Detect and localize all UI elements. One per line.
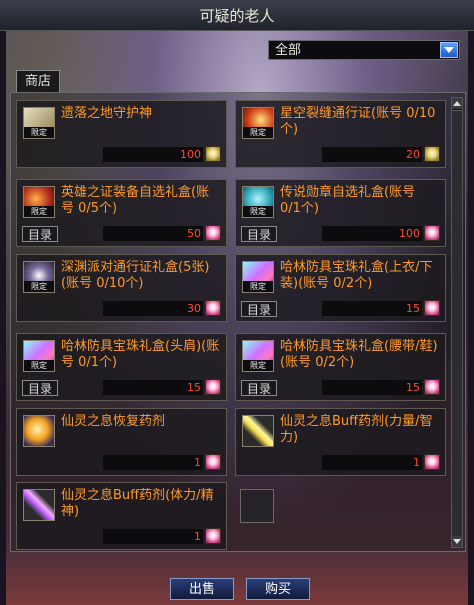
item-icon[interactable]: 限定	[23, 261, 55, 293]
catalog-button[interactable]: 目录	[241, 301, 277, 317]
limited-badge: 限定	[24, 206, 54, 217]
item-icon[interactable]: 限定	[23, 107, 55, 139]
item-name: 传说勋章自选礼盒(账号 0/1个)	[280, 185, 416, 216]
item-name: 仙灵之息恢复药剂	[61, 414, 166, 429]
item-price: 15	[322, 380, 422, 395]
scrollbar-thumb[interactable]	[452, 110, 462, 537]
currency-icon	[424, 225, 440, 241]
currency-icon	[424, 300, 440, 316]
item-icon[interactable]: 限定	[242, 261, 274, 293]
catalog-button[interactable]: 目录	[241, 226, 277, 242]
item-name: 英雄之证装备自选礼盒(账号 0/5个)	[61, 185, 210, 216]
window-title: 可疑的老人	[0, 0, 474, 31]
currency-icon	[424, 146, 440, 162]
sell-button[interactable]: 出售	[170, 578, 234, 600]
limited-badge: 限定	[243, 127, 273, 138]
empty-item-slot	[240, 489, 274, 523]
buy-button[interactable]: 购买	[246, 578, 310, 600]
shop-item-card[interactable]: 限定 哈林防具宝珠礼盒(上衣/下装)(账号 0/2个) 目录 15	[235, 254, 446, 322]
shop-item-card[interactable]: 仙灵之息Buff药剂(力量/智力) 1	[235, 408, 446, 476]
item-price: 50	[103, 226, 203, 241]
limited-badge: 限定	[24, 281, 54, 292]
scroll-down-icon[interactable]	[452, 536, 462, 547]
scroll-up-icon[interactable]	[452, 98, 462, 109]
item-price: 1	[322, 455, 422, 470]
currency-icon	[424, 454, 440, 470]
currency-icon	[205, 300, 221, 316]
currency-icon	[205, 146, 221, 162]
item-icon[interactable]: 限定	[23, 340, 55, 372]
category-filter-value: 全部	[275, 43, 302, 58]
currency-icon	[205, 528, 221, 544]
catalog-button[interactable]: 目录	[22, 226, 58, 242]
item-price: 30	[103, 301, 203, 316]
item-name: 仙灵之息Buff药剂(力量/智力)	[280, 414, 433, 445]
item-icon[interactable]	[23, 489, 55, 521]
limited-badge: 限定	[243, 206, 273, 217]
item-icon[interactable]	[23, 415, 55, 447]
currency-icon	[205, 454, 221, 470]
currency-icon	[424, 379, 440, 395]
shop-item-card[interactable]: 仙灵之息恢复药剂 1	[16, 408, 227, 476]
item-price: 1	[103, 455, 203, 470]
item-name: 哈林防具宝珠礼盒(腰带/鞋)(账号 0/2个)	[280, 339, 438, 370]
shop-item-card[interactable]: 限定 哈林防具宝珠礼盒(头肩)(账号 0/1个) 目录 15	[16, 333, 227, 401]
item-icon[interactable]: 限定	[242, 107, 274, 139]
limited-badge: 限定	[24, 127, 54, 138]
shop-item-card[interactable]: 限定 深渊派对通行证礼盒(5张)(账号 0/10个) 30	[16, 254, 227, 322]
limited-badge: 限定	[243, 360, 273, 371]
shop-item-card[interactable]: 限定 星空裂缝通行证(账号 0/10个) 20	[235, 100, 446, 168]
item-icon[interactable]: 限定	[242, 340, 274, 372]
currency-icon	[205, 379, 221, 395]
catalog-button[interactable]: 目录	[22, 380, 58, 396]
scrollbar[interactable]	[451, 97, 463, 548]
item-price: 100	[322, 226, 422, 241]
item-price: 100	[103, 147, 203, 162]
item-price: 1	[103, 529, 203, 544]
item-price: 15	[322, 301, 422, 316]
shop-item-card[interactable]: 限定 英雄之证装备自选礼盒(账号 0/5个) 目录 50	[16, 179, 227, 247]
limited-badge: 限定	[243, 281, 273, 292]
limited-badge: 限定	[24, 360, 54, 371]
item-icon[interactable]	[242, 415, 274, 447]
item-name: 遗落之地守护神	[61, 106, 153, 121]
shop-item-card[interactable]: 限定 传说勋章自选礼盒(账号 0/1个) 目录 100	[235, 179, 446, 247]
item-name: 哈林防具宝珠礼盒(上衣/下装)(账号 0/2个)	[280, 260, 433, 291]
item-name: 哈林防具宝珠礼盒(头肩)(账号 0/1个)	[61, 339, 220, 370]
catalog-button[interactable]: 目录	[241, 380, 277, 396]
item-price: 15	[103, 380, 203, 395]
item-name: 星空裂缝通行证(账号 0/10个)	[280, 106, 436, 137]
item-name: 深渊派对通行证礼盒(5张)(账号 0/10个)	[61, 260, 210, 291]
item-name: 仙灵之息Buff药剂(体力/精神)	[61, 488, 214, 519]
shop-item-card[interactable]: 限定 哈林防具宝珠礼盒(腰带/鞋)(账号 0/2个) 目录 15	[235, 333, 446, 401]
chevron-down-icon[interactable]	[440, 42, 458, 58]
shop-item-card[interactable]: 限定 遗落之地守护神 100	[16, 100, 227, 168]
currency-icon	[205, 225, 221, 241]
item-price: 20	[322, 147, 422, 162]
shop-item-card[interactable]: 仙灵之息Buff药剂(体力/精神) 1	[16, 482, 227, 550]
item-icon[interactable]: 限定	[242, 186, 274, 218]
category-filter-dropdown[interactable]: 全部	[268, 40, 460, 60]
tab-shop[interactable]: 商店	[16, 70, 60, 92]
item-icon[interactable]: 限定	[23, 186, 55, 218]
